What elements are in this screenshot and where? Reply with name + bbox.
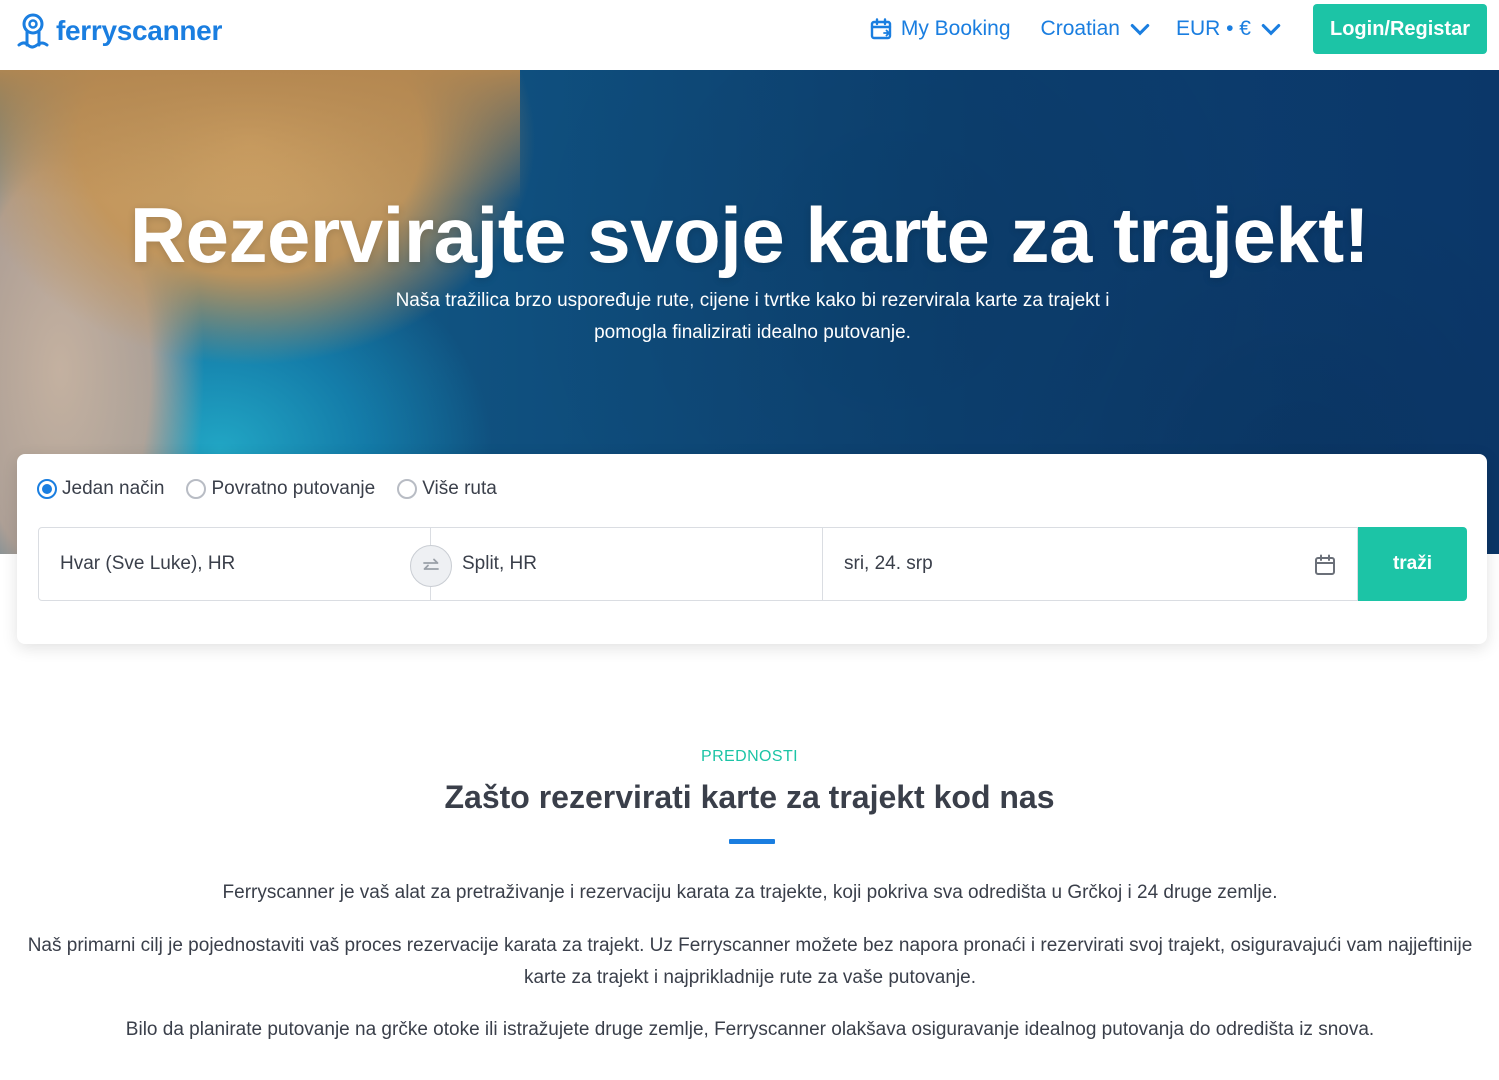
language-selector[interactable]: Croatian bbox=[1041, 17, 1152, 41]
advantages-paragraph: Ferryscanner je vaš alat za pretraživanj… bbox=[222, 882, 1278, 903]
search-button[interactable]: traži bbox=[1358, 527, 1467, 601]
section-title: Zašto rezervirati karte za trajekt kod n… bbox=[444, 779, 1055, 815]
trip-type-multi-route[interactable]: Više ruta bbox=[397, 478, 497, 500]
section-divider bbox=[729, 839, 775, 844]
language-label: Croatian bbox=[1040, 17, 1120, 40]
trip-type-return[interactable]: Povratno putovanje bbox=[186, 478, 375, 500]
login-register-button[interactable]: Login/Registar bbox=[1312, 4, 1487, 54]
ferryscanner-logo-icon bbox=[17, 13, 49, 49]
site-header: ferryscanner My Booking Croatian EUR • €… bbox=[0, 0, 1499, 70]
swap-ports-button[interactable] bbox=[410, 545, 452, 587]
currency-selector[interactable]: EUR • € bbox=[1176, 17, 1283, 41]
radio-unchecked-icon[interactable] bbox=[186, 479, 207, 499]
chevron-down-icon bbox=[1261, 24, 1281, 36]
search-fields: Hvar (Sve Luke), HR Split, HR sri, 24. s… bbox=[38, 527, 1467, 601]
trip-type-one-way[interactable]: Jedan način bbox=[37, 478, 164, 500]
swap-icon bbox=[423, 558, 439, 570]
calendar-icon bbox=[1315, 554, 1335, 575]
hero-title: Rezervirajte svoje karte za trajekt! bbox=[129, 191, 1370, 279]
calendar-icon bbox=[870, 18, 892, 40]
hero-subtitle: Naša tražilica brzo uspoređuje rute, cij… bbox=[395, 290, 1110, 343]
departure-port-field[interactable]: Hvar (Sve Luke), HR bbox=[38, 527, 452, 601]
arrival-port-field[interactable]: Split, HR bbox=[431, 527, 823, 601]
section-eyebrow: PREDNOSTI bbox=[701, 748, 798, 765]
top-nav: My Booking Croatian EUR • € Login/Regist… bbox=[869, 4, 1487, 54]
search-card: Jedan način Povratno putovanje Više ruta… bbox=[17, 454, 1487, 644]
currency-label: EUR • € bbox=[1175, 17, 1251, 40]
departure-date-field[interactable]: sri, 24. srp bbox=[823, 527, 1358, 601]
advantages-paragraph: Naš primarni cilj je pojednostaviti vaš … bbox=[27, 935, 1473, 988]
departure-date-value: sri, 24. srp bbox=[844, 553, 933, 574]
chevron-down-icon bbox=[1130, 24, 1150, 36]
trip-type-group: Jedan način Povratno putovanje Više ruta bbox=[37, 478, 497, 500]
trip-type-label: Povratno putovanje bbox=[211, 478, 376, 499]
brand-logo[interactable]: ferryscanner bbox=[16, 12, 222, 50]
trip-type-label: Jedan način bbox=[62, 478, 165, 499]
departure-port-value: Hvar (Sve Luke), HR bbox=[60, 553, 236, 574]
arrival-port-value: Split, HR bbox=[462, 553, 537, 574]
my-booking-label: My Booking bbox=[900, 17, 1011, 40]
advantages-paragraph: Bilo da planirate putovanje na grčke oto… bbox=[125, 1019, 1375, 1040]
radio-checked-icon[interactable] bbox=[37, 479, 57, 499]
my-booking-link[interactable]: My Booking bbox=[869, 17, 1011, 41]
radio-unchecked-icon[interactable] bbox=[397, 479, 418, 499]
brand-name: ferryscanner bbox=[56, 15, 223, 46]
trip-type-label: Više ruta bbox=[422, 478, 497, 499]
